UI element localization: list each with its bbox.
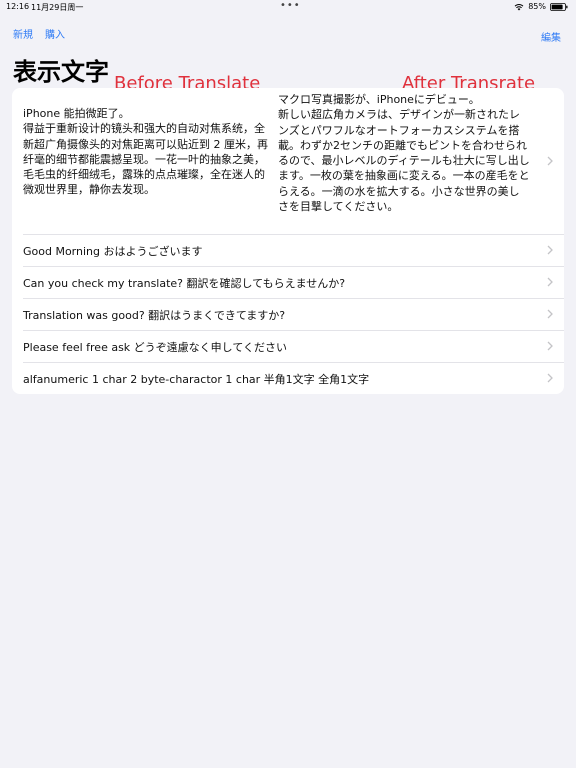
wifi-icon (514, 3, 524, 10)
list-item[interactable]: alfanumeric 1 char 2 byte-charactor 1 ch… (12, 362, 564, 394)
list-item[interactable]: Translation was good? 翻訳はうまくできてますか? (12, 298, 564, 330)
list-item-text: Please feel free ask どうぞ遠慮なく申してください (23, 341, 288, 354)
translated-text: マクロ写真撮影が、iPhoneにデビュー。 新しい超広角カメラは、デザインが一新… (278, 93, 530, 214)
row-divider (23, 362, 564, 363)
list-item[interactable]: Can you check my translate? 翻訳を確認してもらえませ… (12, 266, 564, 298)
chevron-right-icon (547, 156, 553, 166)
chevron-right-icon (547, 309, 553, 319)
list-item-long-text[interactable]: iPhone 能拍微距了。 得益于重新设计的镜头和强大的自动对焦系统，全新超广角… (12, 88, 564, 234)
edit-button[interactable]: 編集 (541, 33, 561, 44)
row-divider (23, 234, 564, 235)
status-time: 12:16 (6, 2, 30, 11)
phrase-list: iPhone 能拍微距了。 得益于重新设计的镜头和强大的自动对焦系统，全新超广角… (12, 88, 564, 394)
list-item-text: Good Morning おはようございます (23, 245, 203, 258)
chevron-right-icon (547, 373, 553, 383)
row-divider (23, 266, 564, 267)
multitasking-dots[interactable]: ••• (280, 0, 301, 11)
list-item-text: Can you check my translate? 翻訳を確認してもらえませ… (23, 277, 346, 290)
list-item-text: Translation was good? 翻訳はうまくできてますか? (23, 309, 286, 322)
page-title: 表示文字 (13, 58, 109, 86)
status-indicators: 85% (514, 2, 568, 11)
row-divider (23, 298, 564, 299)
row-divider (23, 330, 564, 331)
buy-button[interactable]: 購入 (45, 26, 65, 41)
list-item-text: alfanumeric 1 char 2 byte-charactor 1 ch… (23, 373, 370, 386)
battery-percent: 85% (528, 2, 546, 11)
chevron-right-icon (547, 341, 553, 351)
chevron-right-icon (547, 277, 553, 287)
nav-left-group: 新規 購入 (13, 26, 65, 41)
battery-icon (550, 2, 568, 11)
new-button[interactable]: 新規 (13, 26, 33, 41)
list-item[interactable]: Please feel free ask どうぞ遠慮なく申してください (12, 330, 564, 362)
status-bar: 12:16 11月29日周一 ••• 85% (0, 0, 576, 14)
nav-right-group: 編集 (541, 26, 561, 45)
list-item[interactable]: Good Morning おはようございます (12, 234, 564, 266)
chevron-right-icon (547, 245, 553, 255)
status-date: 11月29日周一 (31, 3, 84, 12)
source-text: iPhone 能拍微距了。 得益于重新设计的镜头和强大的自动对焦系统，全新超广角… (23, 107, 268, 197)
